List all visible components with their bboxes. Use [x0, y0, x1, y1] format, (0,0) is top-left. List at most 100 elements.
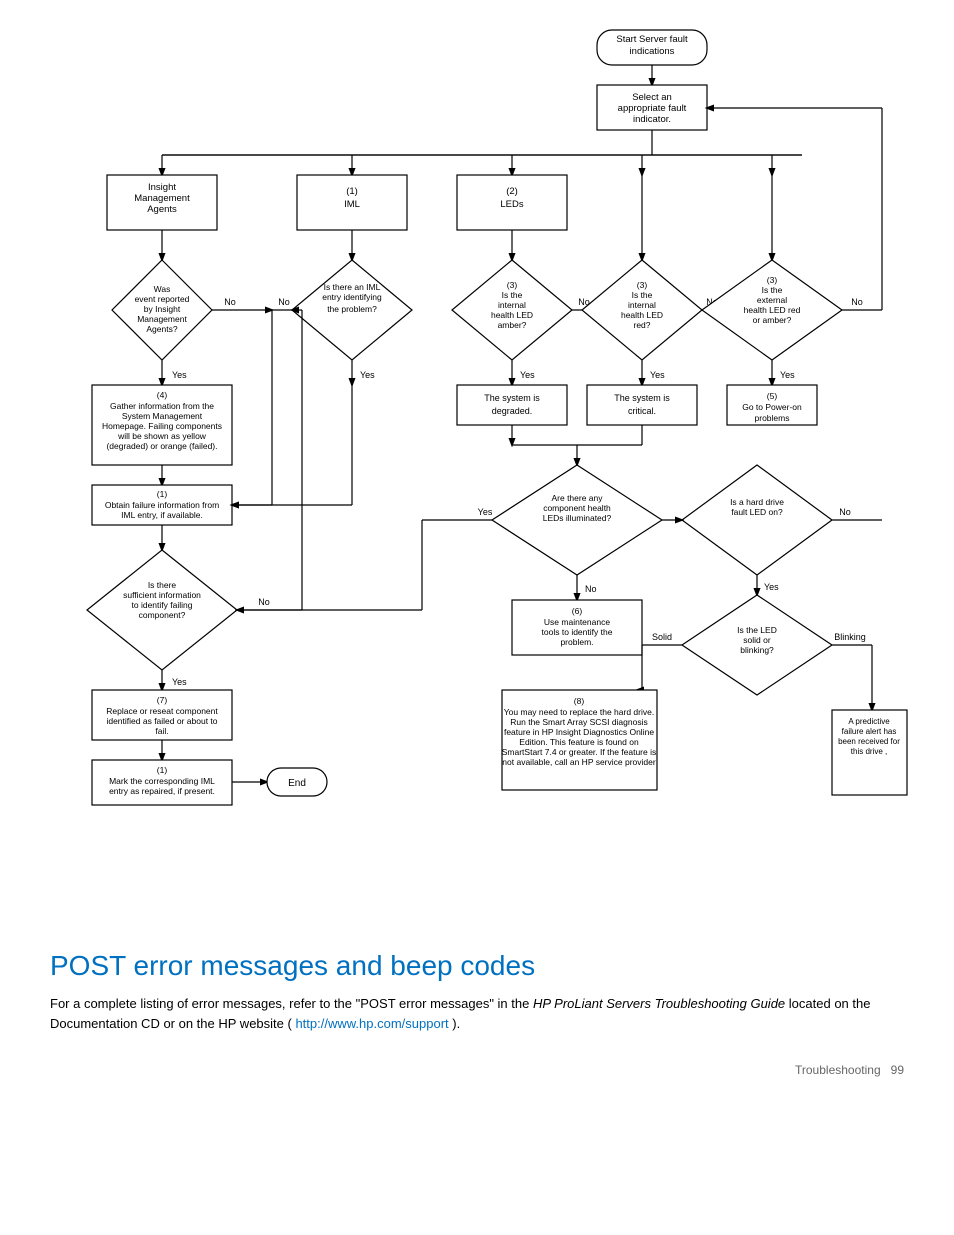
svg-text:appropriate fault: appropriate fault: [618, 103, 687, 114]
svg-text:(5): (5): [767, 391, 778, 401]
svg-text:health LED: health LED: [491, 310, 533, 320]
svg-text:Yes: Yes: [780, 370, 795, 380]
svg-text:Management: Management: [137, 314, 187, 324]
svg-text:Yes: Yes: [172, 370, 187, 380]
footer-label: Troubleshooting: [795, 1063, 881, 1077]
post-body-text3: ).: [452, 1016, 460, 1031]
svg-text:(7): (7): [157, 695, 168, 705]
svg-text:tools to identify the: tools to identify the: [542, 627, 613, 637]
svg-text:(8): (8): [574, 696, 585, 706]
svg-text:Agents: Agents: [147, 204, 177, 215]
post-body-italic: HP ProLiant Servers Troubleshooting Guid…: [533, 996, 785, 1011]
svg-text:(4): (4): [157, 390, 168, 400]
svg-text:internal: internal: [628, 300, 656, 310]
svg-text:IML: IML: [344, 199, 360, 210]
svg-text:Run the Smart Array SCSI diagn: Run the Smart Array SCSI diagnosis: [510, 717, 647, 727]
svg-text:Agents?: Agents?: [146, 324, 177, 334]
svg-text:red?: red?: [633, 320, 650, 330]
svg-text:Is the: Is the: [632, 290, 653, 300]
svg-text:No: No: [224, 297, 236, 307]
svg-text:Obtain failure information fro: Obtain failure information from: [105, 500, 219, 510]
svg-text:indicator.: indicator.: [633, 114, 671, 125]
svg-text:problems: problems: [755, 413, 790, 423]
svg-text:No: No: [851, 297, 863, 307]
svg-text:amber?: amber?: [498, 320, 527, 330]
svg-text:Is there an IML: Is there an IML: [324, 282, 381, 292]
svg-text:(1): (1): [157, 765, 168, 775]
svg-text:problem.: problem.: [560, 637, 593, 647]
svg-text:sufficient information: sufficient information: [123, 590, 201, 600]
svg-text:No: No: [258, 597, 270, 607]
svg-text:by Insight: by Insight: [144, 304, 181, 314]
svg-text:(1): (1): [346, 186, 358, 197]
svg-text:SmartStart 7.4 or greater. If: SmartStart 7.4 or greater. If the featur…: [502, 747, 657, 757]
svg-text:Solid: Solid: [652, 632, 672, 642]
svg-text:will be shown as yellow: will be shown as yellow: [117, 431, 207, 441]
svg-text:Replace or reseat component: Replace or reseat component: [106, 706, 218, 716]
svg-text:(1): (1): [157, 489, 168, 499]
svg-text:LEDs: LEDs: [500, 199, 523, 210]
svg-text:(degraded) or orange (failed).: (degraded) or orange (failed).: [106, 441, 217, 451]
svg-text:indications: indications: [630, 46, 675, 57]
svg-text:blinking?: blinking?: [740, 645, 774, 655]
svg-text:entry as repaired, if present.: entry as repaired, if present.: [109, 786, 215, 796]
svg-text:Is the LED: Is the LED: [737, 625, 777, 635]
svg-text:No: No: [585, 584, 597, 594]
svg-text:the problem?: the problem?: [327, 304, 377, 314]
svg-text:The system is: The system is: [614, 393, 670, 403]
svg-text:feature in HP Insight Diagnost: feature in HP Insight Diagnostics Online: [504, 727, 654, 737]
svg-text:Is a hard drive: Is a hard drive: [730, 497, 784, 507]
svg-text:Use maintenance: Use maintenance: [544, 617, 610, 627]
svg-text:LEDs illuminated?: LEDs illuminated?: [543, 513, 612, 523]
svg-text:Yes: Yes: [520, 370, 535, 380]
svg-text:fault LED on?: fault LED on?: [731, 507, 783, 517]
svg-text:Yes: Yes: [478, 507, 493, 517]
svg-text:fail.: fail.: [155, 726, 168, 736]
post-body: For a complete listing of error messages…: [50, 994, 904, 1033]
svg-text:Gather information from the: Gather information from the: [110, 401, 214, 411]
page-container: Start Server fault indications Select an…: [0, 0, 954, 1117]
svg-text:internal: internal: [498, 300, 526, 310]
svg-text:Are there any: Are there any: [551, 493, 603, 503]
svg-text:Blinking: Blinking: [834, 632, 866, 642]
svg-text:Mark the corresponding IML: Mark the corresponding IML: [109, 776, 215, 786]
flowchart-area: Start Server fault indications Select an…: [42, 20, 912, 940]
svg-text:(3): (3): [507, 280, 518, 290]
post-link[interactable]: http://www.hp.com/support: [295, 1016, 448, 1031]
svg-text:Homepage. Failing components: Homepage. Failing components: [102, 421, 222, 431]
svg-text:The system is: The system is: [484, 393, 540, 403]
svg-text:Is the: Is the: [762, 285, 783, 295]
svg-text:IML entry, if available.: IML entry, if available.: [121, 510, 203, 520]
svg-text:been received for: been received for: [838, 737, 900, 746]
svg-text:failure alert has: failure alert has: [842, 727, 897, 736]
svg-text:Yes: Yes: [650, 370, 665, 380]
svg-text:Yes: Yes: [764, 582, 779, 592]
svg-text:not available, call an HP serv: not available, call an HP service provid…: [502, 757, 656, 767]
svg-text:(2): (2): [506, 186, 518, 197]
svg-text:(3): (3): [637, 280, 648, 290]
svg-text:A predictive: A predictive: [848, 717, 890, 726]
svg-text:Edition. This feature is found: Edition. This feature is found on: [519, 737, 639, 747]
svg-text:(6): (6): [572, 606, 583, 616]
svg-text:external: external: [757, 295, 787, 305]
svg-text:identified as failed or about: identified as failed or about to: [106, 716, 217, 726]
svg-text:event reported: event reported: [135, 294, 190, 304]
svg-text:Select an: Select an: [632, 92, 672, 103]
svg-text:Yes: Yes: [172, 677, 187, 687]
post-title: POST error messages and beep codes: [50, 950, 904, 982]
svg-text:entry identifying: entry identifying: [322, 292, 382, 302]
page-footer: Troubleshooting 99: [40, 1063, 914, 1077]
svg-text:Was: Was: [154, 284, 171, 294]
svg-text:Is the: Is the: [502, 290, 523, 300]
svg-text:Yes: Yes: [360, 370, 375, 380]
svg-text:this drive ,: this drive ,: [851, 747, 887, 756]
svg-text:health LED: health LED: [621, 310, 663, 320]
svg-text:solid or: solid or: [743, 635, 771, 645]
svg-text:No: No: [278, 297, 290, 307]
svg-text:component health: component health: [543, 503, 611, 513]
svg-text:Start Server fault: Start Server fault: [616, 34, 688, 45]
svg-text:System Management: System Management: [122, 411, 203, 421]
svg-text:Management: Management: [134, 193, 190, 204]
svg-text:component?: component?: [139, 610, 186, 620]
svg-text:health LED red: health LED red: [744, 305, 801, 315]
